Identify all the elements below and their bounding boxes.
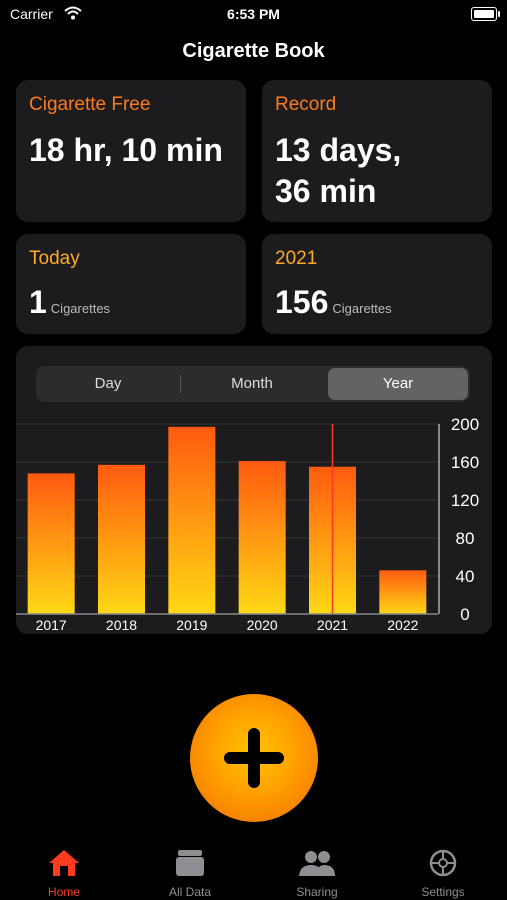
tab-settings[interactable]: Settings xyxy=(393,848,493,899)
year-value: 156 xyxy=(275,284,329,320)
year-value-row: 156 Cigarettes xyxy=(275,282,392,329)
record-value-line2: 36 min xyxy=(275,173,377,209)
chart-card: Day Month Year 200 160 120 80 40 0 2017 2018 201… xyxy=(16,346,492,634)
today-value-row: 1 Cigarettes xyxy=(29,282,110,329)
battery-icon xyxy=(471,7,500,21)
record-card: Record 13 days, 36 min xyxy=(262,80,492,222)
x-tick-label: 2022 xyxy=(387,617,418,633)
cigarette-free-card: Cigarette Free 18 hr, 10 min xyxy=(16,80,246,222)
y-tick-label: 200 xyxy=(451,415,479,434)
add-cigarette-button[interactable] xyxy=(190,694,318,822)
today-card: Today 1 Cigarettes xyxy=(16,234,246,334)
bar-2018 xyxy=(98,464,145,614)
bar-2020 xyxy=(238,461,286,614)
settings-icon xyxy=(429,849,457,877)
cigarette-free-label: Cigarette Free xyxy=(29,94,151,115)
x-tick-label: 2021 xyxy=(317,617,348,633)
x-tick-label: 2018 xyxy=(106,617,137,633)
home-icon xyxy=(49,850,79,876)
x-tick-label: 2017 xyxy=(36,617,67,633)
year-card: 2021 156 Cigarettes xyxy=(262,234,492,334)
page-title: Cigarette Book xyxy=(182,40,325,62)
tab-sharing[interactable]: Sharing xyxy=(267,848,367,899)
tab-home-label: Home xyxy=(47,885,80,899)
x-tick-label: 2019 xyxy=(176,617,207,633)
y-tick-label: 0 xyxy=(460,605,469,624)
bar-2019 xyxy=(168,426,216,614)
tab-all-data-label: All Data xyxy=(168,885,212,899)
tab-bar: Home All Data Sharing Settings xyxy=(0,840,507,900)
y-tick-label: 120 xyxy=(451,491,479,510)
tab-all-data[interactable]: All Data xyxy=(140,848,240,899)
y-tick-label: 160 xyxy=(451,453,479,472)
tab-home[interactable]: Home xyxy=(14,848,114,899)
y-tick-label: 80 xyxy=(456,529,475,548)
tab-sharing-label: Sharing xyxy=(296,885,338,899)
y-tick-label: 40 xyxy=(456,567,475,586)
bar-2017 xyxy=(27,473,75,614)
today-value: 1 xyxy=(29,284,47,320)
status-bar: Carrier 6:53 PM xyxy=(0,0,507,28)
x-tick-label: 2020 xyxy=(247,617,278,633)
plus-icon xyxy=(224,728,284,788)
tab-settings-label: Settings xyxy=(421,885,465,899)
clock: 6:53 PM xyxy=(227,6,280,22)
bar-2022 xyxy=(379,570,427,614)
today-unit: Cigarettes xyxy=(50,301,111,316)
year-unit: Cigarettes xyxy=(332,301,392,316)
all-data-icon xyxy=(176,850,204,876)
cigarette-free-value: 18 hr, 10 min xyxy=(29,132,223,168)
today-label: Today xyxy=(29,248,80,269)
bar-chart: 200 160 120 80 40 0 2017 2018 2019 2020 2021 2022 xyxy=(16,415,479,633)
year-label: 2021 xyxy=(275,248,318,269)
record-value-line1: 13 days, xyxy=(275,132,402,168)
record-label: Record xyxy=(275,94,337,115)
sharing-icon xyxy=(299,851,335,876)
